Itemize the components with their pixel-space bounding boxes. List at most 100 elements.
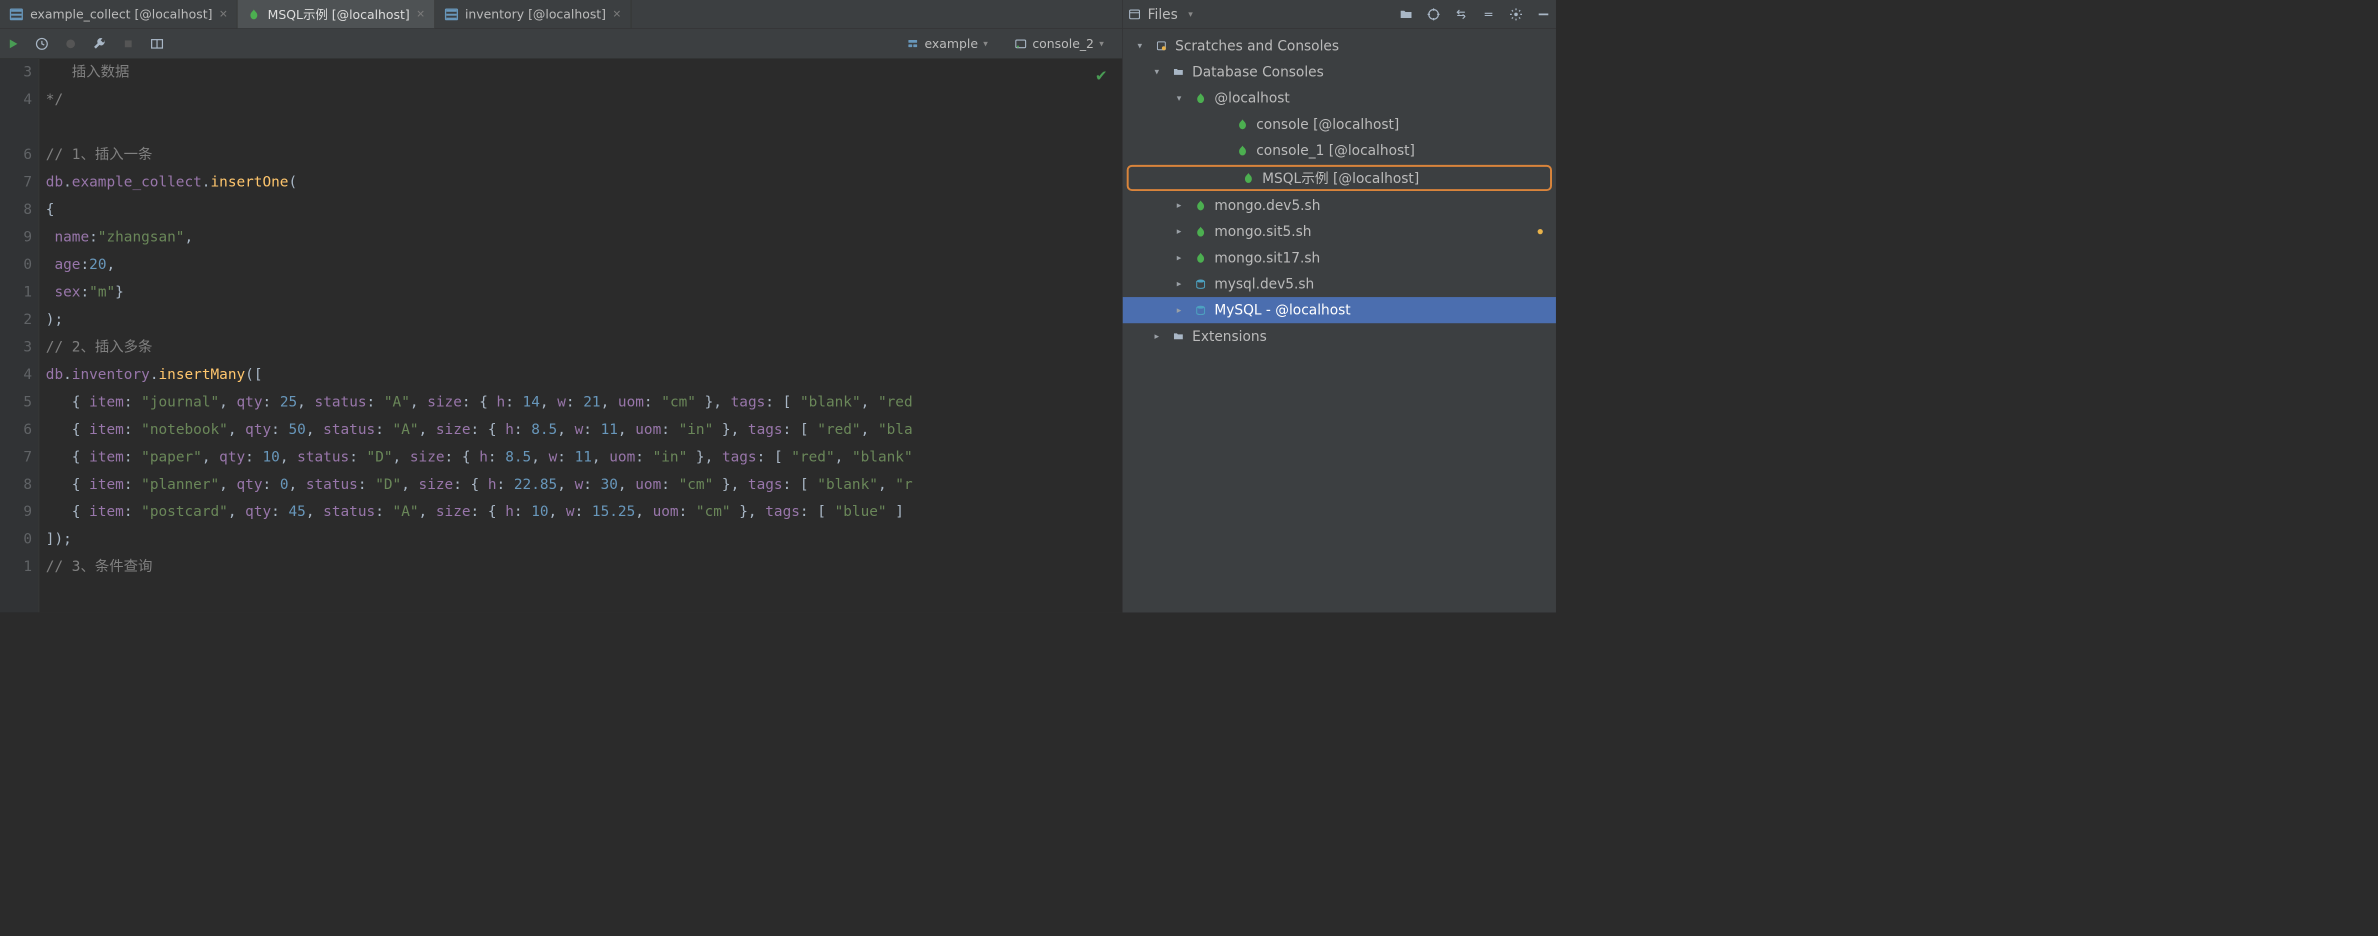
line-number: 8 <box>0 471 32 498</box>
code-line: ); <box>46 306 1122 333</box>
folder-icon <box>1171 330 1185 342</box>
wrench-icon[interactable] <box>92 36 108 52</box>
gear-icon[interactable] <box>1509 7 1523 21</box>
minimize-icon[interactable] <box>1536 7 1550 21</box>
line-number: 1 <box>0 279 32 306</box>
tree-node-label: MSQL示例 [@localhost] <box>1262 168 1419 188</box>
leaf-icon <box>1193 92 1207 104</box>
run-icon[interactable] <box>5 36 21 52</box>
tree-node[interactable]: MySQL - @localhost <box>1123 297 1556 323</box>
tab-label: MSQL示例 [@localhost] <box>268 5 410 23</box>
code-line: { item: "planner", qty: 0, status: "D", … <box>46 471 1122 498</box>
leaf-icon <box>1193 226 1207 238</box>
gutter: 34 6789012345678901 <box>0 59 39 613</box>
code-line: 插入数据 <box>46 59 1122 86</box>
history-icon[interactable] <box>34 36 50 52</box>
code-line: { item: "notebook", qty: 50, status: "A"… <box>46 416 1122 443</box>
close-icon[interactable]: ✕ <box>613 8 622 20</box>
expand-icon[interactable] <box>1454 7 1468 21</box>
leaf-icon <box>1235 118 1249 130</box>
code-line: // 3、条件查询 <box>46 554 1122 581</box>
chevron-down-icon: ▾ <box>1099 38 1104 48</box>
tree-node-label: console_1 [@localhost] <box>1256 143 1415 159</box>
files-icon <box>1128 8 1141 21</box>
split-icon[interactable] <box>149 36 165 52</box>
open-icon[interactable] <box>1399 7 1413 21</box>
editor-tab[interactable]: example_collect [@localhost]✕ <box>0 0 238 28</box>
line-number: 7 <box>0 444 32 471</box>
chevron-down-icon: ▾ <box>1188 9 1193 19</box>
line-number: 2 <box>0 306 32 333</box>
chevron-down-icon[interactable] <box>1171 93 1187 103</box>
close-icon[interactable]: ✕ <box>219 8 228 20</box>
line-number: 9 <box>0 224 32 251</box>
chevron-right-icon[interactable] <box>1149 331 1165 341</box>
code-line: */ <box>46 86 1122 113</box>
editor-tab[interactable]: inventory [@localhost]✕ <box>435 0 631 28</box>
table-icon <box>444 8 458 21</box>
tree-node[interactable]: mysql.dev5.sh <box>1123 271 1556 297</box>
editor-tabs: example_collect [@localhost]✕MSQL示例 [@lo… <box>0 0 1122 29</box>
code-line: ]); <box>46 526 1122 553</box>
tree-node[interactable]: Scratches and Consoles <box>1123 33 1556 59</box>
leaf-icon <box>1193 252 1207 264</box>
tree-node-label: Database Consoles <box>1192 64 1324 80</box>
line-number: 9 <box>0 499 32 526</box>
leaf-icon <box>247 8 261 20</box>
schema-selector[interactable]: example ▾ <box>906 36 988 50</box>
chevron-right-icon[interactable] <box>1171 200 1187 210</box>
line-number: 4 <box>0 361 32 388</box>
files-title[interactable]: Files ▾ <box>1128 6 1193 22</box>
line-number: 6 <box>0 416 32 443</box>
debug-icon[interactable] <box>63 36 79 52</box>
tree-node-label: mongo.dev5.sh <box>1214 198 1320 214</box>
collapse-icon[interactable] <box>1481 7 1495 21</box>
tree-node[interactable]: Extensions <box>1123 323 1556 349</box>
code-line: // 1、插入一条 <box>46 141 1122 168</box>
files-title-label: Files <box>1148 6 1178 22</box>
chevron-down-icon[interactable] <box>1149 67 1165 77</box>
code-line: // 2、插入多条 <box>46 334 1122 361</box>
locate-icon[interactable] <box>1426 7 1440 21</box>
console-selector[interactable]: console_2 ▾ <box>1014 36 1104 50</box>
tree-node[interactable]: Database Consoles <box>1123 59 1556 85</box>
line-number: 4 <box>0 86 32 113</box>
chevron-right-icon[interactable] <box>1171 305 1187 315</box>
line-number: 5 <box>0 389 32 416</box>
tree-node[interactable]: MSQL示例 [@localhost] <box>1127 165 1552 191</box>
tree-node-label: Extensions <box>1192 328 1267 344</box>
editor-area[interactable]: 34 6789012345678901 插入数据*/ // 1、插入一条db.e… <box>0 59 1122 613</box>
chevron-right-icon[interactable] <box>1171 253 1187 263</box>
files-panel: Files ▾ <box>1122 0 1556 612</box>
check-icon: ✔ <box>1096 65 1106 85</box>
code-line: { <box>46 196 1122 223</box>
tree-node[interactable]: mongo.dev5.sh <box>1123 192 1556 218</box>
code-content[interactable]: 插入数据*/ // 1、插入一条db.example_collect.inser… <box>39 59 1122 613</box>
sql-icon <box>1193 278 1207 290</box>
tree-node-label: mysql.dev5.sh <box>1214 276 1314 292</box>
tree-node[interactable]: console_1 [@localhost] <box>1123 137 1556 163</box>
chevron-right-icon[interactable] <box>1171 279 1187 289</box>
sql-icon <box>1193 304 1207 316</box>
code-line: db.inventory.insertMany([ <box>46 361 1122 388</box>
line-number: 7 <box>0 169 32 196</box>
tree-node[interactable]: mongo.sit17.sh <box>1123 245 1556 271</box>
chevron-down-icon[interactable] <box>1132 41 1148 51</box>
modified-dot-icon <box>1538 229 1543 234</box>
line-number: 0 <box>0 251 32 278</box>
leaf-icon <box>1235 145 1249 157</box>
code-line: db.example_collect.insertOne( <box>46 169 1122 196</box>
tree-node-label: console [@localhost] <box>1256 116 1399 132</box>
console-label: console_2 <box>1032 36 1094 50</box>
editor-tab[interactable]: MSQL示例 [@localhost] ✕ <box>238 0 435 28</box>
tree-node-label: mongo.sit17.sh <box>1214 250 1320 266</box>
code-line: sex:"m"} <box>46 279 1122 306</box>
close-icon[interactable]: ✕ <box>416 8 425 20</box>
chevron-right-icon[interactable] <box>1171 226 1187 236</box>
tree-node[interactable]: @localhost <box>1123 85 1556 111</box>
tree-node[interactable]: console [@localhost] <box>1123 111 1556 137</box>
tree-node[interactable]: mongo.sit5.sh <box>1123 219 1556 245</box>
stop-icon[interactable] <box>120 36 136 52</box>
code-line: { item: "postcard", qty: 45, status: "A"… <box>46 499 1122 526</box>
code-line <box>46 114 1122 141</box>
